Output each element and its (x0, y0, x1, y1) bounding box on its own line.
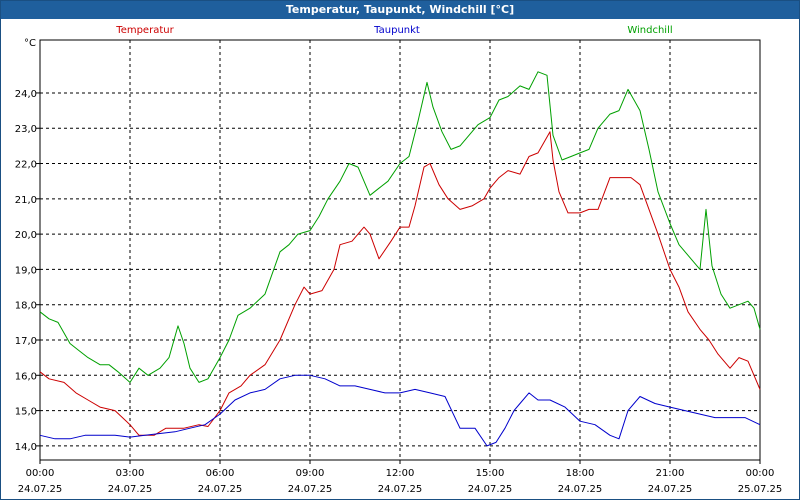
x-tick-label-date: 24.07.25 (18, 484, 63, 495)
legend-entry-taupunkt: Taupunkt (373, 25, 420, 36)
y-tick-label: 16,0 (15, 371, 37, 382)
y-tick-label: 23,0 (15, 124, 37, 135)
chart-canvas: 14,0 15,0 16,0 17,0 18,0 19,0 20,0 21,0 22,0 23,0… (15, 25, 783, 495)
y-tick-label: 14,0 (15, 442, 37, 453)
x-tick-label-time: 15:00 (476, 468, 505, 479)
x-tick-label-time: 09:00 (296, 468, 325, 479)
x-tick-label-date: 24.07.25 (108, 484, 153, 495)
x-tick-label-time: 00:00 (746, 468, 775, 479)
gridlines (40, 40, 760, 460)
legend-entry-temperatur: Temperatur (115, 25, 174, 36)
y-axis-label: °C (24, 38, 36, 49)
legend: Temperatur Taupunkt Windchill (115, 25, 672, 36)
y-tick-label: 21,0 (15, 195, 37, 206)
x-tick-label-date: 24.07.25 (288, 484, 333, 495)
x-tick-label-time: 18:00 (566, 468, 595, 479)
y-tick-label: 20,0 (15, 230, 37, 241)
x-tick-label-date: 24.07.25 (468, 484, 513, 495)
y-tick-label: 19,0 (15, 265, 37, 276)
y-tick-label: 15,0 (15, 407, 37, 418)
legend-entry-windchill: Windchill (627, 25, 672, 36)
x-tick-label-time: 06:00 (206, 468, 235, 479)
x-tick-label-date: 24.07.25 (558, 484, 603, 495)
x-tick-label-date: 24.07.25 (378, 484, 423, 495)
x-tick-label-time: 03:00 (116, 468, 145, 479)
x-tick-label-date: 24.07.25 (198, 484, 243, 495)
y-tick-label: 24,0 (15, 89, 37, 100)
x-tick-label-time: 21:00 (656, 468, 685, 479)
x-tick-label-date: 24.07.25 (648, 484, 693, 495)
y-tick-label: 22,0 (15, 160, 37, 171)
y-tick-label: 17,0 (15, 336, 37, 347)
x-tick-label-time: 12:00 (386, 468, 415, 479)
x-tick-label-time: 00:00 (26, 468, 55, 479)
x-tick-label-date: 25.07.25 (738, 484, 783, 495)
y-tick-label: 18,0 (15, 301, 37, 312)
